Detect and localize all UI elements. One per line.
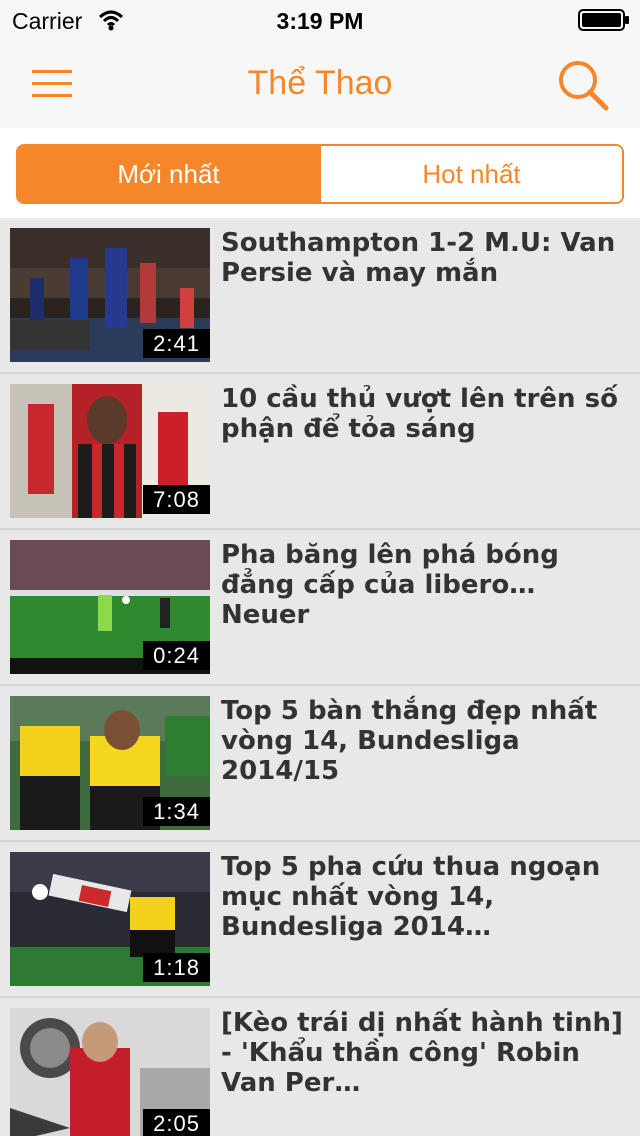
video-title: 10 cầu thủ vượt lên trên số phận để tỏa … [221, 384, 618, 444]
video-row[interactable]: 1:34 Top 5 bàn thắng đẹp nhất vòng 14, B… [0, 686, 640, 842]
video-duration: 1:18 [143, 953, 210, 982]
video-title: Southampton 1-2 M.U: Van Persie và may m… [221, 228, 616, 288]
video-list: 2:41 Southampton 1-2 M.U: Van Persie và … [0, 218, 640, 1136]
video-row[interactable]: 2:05 [Kèo trái dị nhất hành tinh] - 'Khẩ… [0, 998, 640, 1136]
search-icon[interactable] [554, 56, 614, 116]
battery-icon [578, 9, 630, 36]
video-duration: 2:05 [143, 1109, 210, 1136]
video-duration: 7:08 [143, 485, 210, 514]
tab-newest[interactable]: Mới nhất [18, 146, 319, 202]
clock: 3:19 PM [276, 8, 364, 34]
video-row[interactable]: 0:24 Pha băng lên phá bóng đẳng cấp của … [0, 530, 640, 686]
video-row[interactable]: 2:41 Southampton 1-2 M.U: Van Persie và … [0, 218, 640, 374]
video-thumbnail: 0:24 [10, 540, 210, 674]
video-duration: 2:41 [143, 329, 210, 358]
video-row[interactable]: 1:18 Top 5 pha cứu thua ngoạn mục nhất v… [0, 842, 640, 998]
video-thumbnail: 2:41 [10, 228, 210, 362]
video-title: Pha băng lên phá bóng đẳng cấp của liber… [221, 540, 559, 630]
tab-hot[interactable]: Hot nhất [319, 146, 622, 202]
navigation-bar: Thể Thao [0, 40, 640, 128]
video-title: [Kèo trái dị nhất hành tinh] - 'Khẩu thầ… [221, 1008, 623, 1098]
video-duration: 1:34 [143, 797, 210, 826]
video-row[interactable]: 7:08 10 cầu thủ vượt lên trên số phận để… [0, 374, 640, 530]
tab-segmented-control: Mới nhất Hot nhất [16, 144, 624, 204]
video-duration: 0:24 [143, 641, 210, 670]
video-thumbnail: 2:05 [10, 1008, 210, 1136]
status-bar: Carrier 3:19 PM [0, 0, 640, 40]
segment-area: Mới nhất Hot nhất [0, 128, 640, 218]
video-thumbnail: 1:18 [10, 852, 210, 986]
video-thumbnail: 1:34 [10, 696, 210, 830]
video-thumbnail: 7:08 [10, 384, 210, 518]
video-title: Top 5 bàn thắng đẹp nhất vòng 14, Bundes… [221, 696, 598, 786]
page-title: Thể Thao [247, 64, 393, 102]
video-title: Top 5 pha cứu thua ngoạn mục nhất vòng 1… [221, 852, 601, 942]
